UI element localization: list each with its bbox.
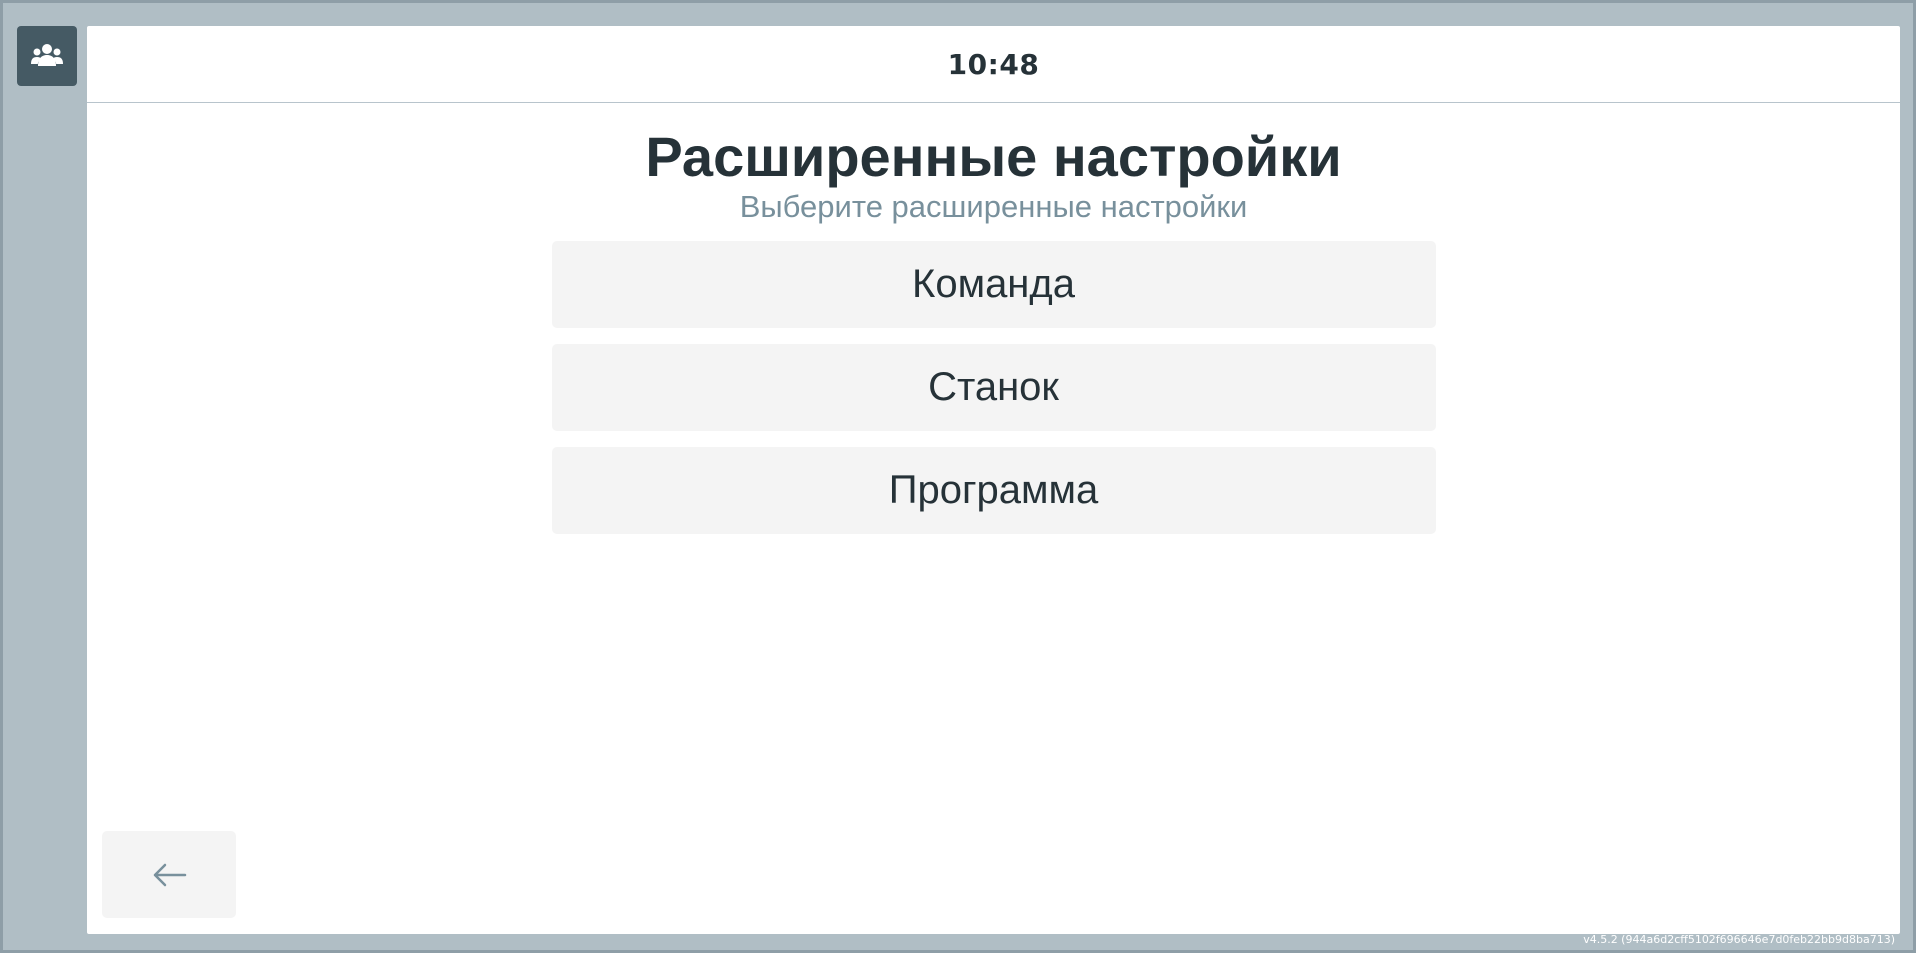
menu-item-program[interactable]: Программа xyxy=(551,447,1436,534)
page-subtitle: Выберите расширенные настройки xyxy=(739,189,1248,224)
version-label: v4.5.2 (944a6d2cff5102f696646e7d0feb22bb… xyxy=(1583,933,1895,946)
clock: 10:48 xyxy=(947,47,1040,81)
arrow-left-icon xyxy=(153,863,187,886)
app-frame: 10:48 Расширенные настройки Выберите рас… xyxy=(0,0,1916,953)
content-area: Расширенные настройки Выберите расширенн… xyxy=(87,103,1900,534)
back-button[interactable] xyxy=(102,831,236,918)
team-button[interactable] xyxy=(17,26,77,86)
main-panel: 10:48 Расширенные настройки Выберите рас… xyxy=(87,26,1900,934)
settings-menu: Команда Станок Программа xyxy=(551,241,1436,534)
top-bar: 10:48 xyxy=(87,26,1900,103)
page-title: Расширенные настройки xyxy=(645,125,1342,188)
menu-item-machine[interactable]: Станок xyxy=(551,344,1436,431)
users-icon xyxy=(31,44,63,66)
menu-item-team[interactable]: Команда xyxy=(551,241,1436,328)
